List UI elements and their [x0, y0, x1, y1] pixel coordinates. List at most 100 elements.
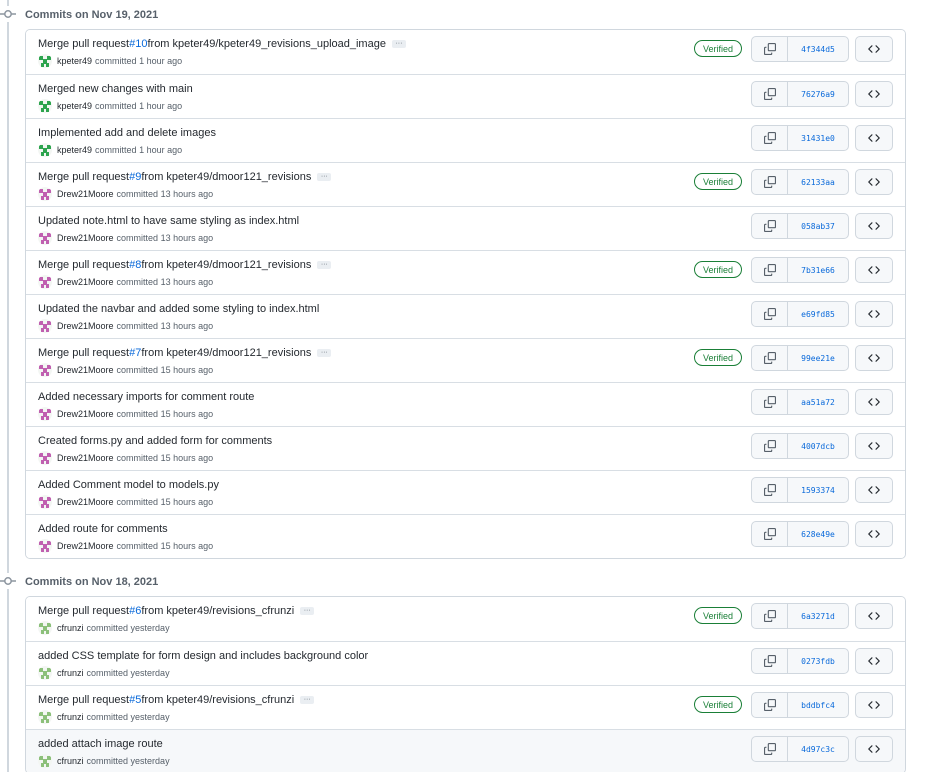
browse-repository-button[interactable]: [855, 125, 893, 151]
commit-author[interactable]: Drew21Moore: [57, 189, 114, 199]
pull-request-link[interactable]: #7: [129, 347, 141, 359]
commit-message-text[interactable]: added attach image route: [38, 738, 163, 750]
commit-message-text[interactable]: Merge pull request: [38, 605, 129, 617]
commit-message-suffix[interactable]: from kpeter49/revisions_cfrunzi: [141, 694, 294, 706]
commit-sha-link[interactable]: 76276a9: [788, 82, 848, 106]
avatar[interactable]: [38, 406, 52, 421]
commit-sha-link[interactable]: bddbfc4: [788, 693, 848, 717]
commit-message[interactable]: Added Comment model to models.py: [38, 477, 219, 493]
commit-author[interactable]: cfrunzi: [57, 756, 84, 766]
copy-sha-button[interactable]: [752, 693, 788, 717]
verified-badge[interactable]: Verified: [694, 607, 742, 624]
verified-badge[interactable]: Verified: [694, 173, 742, 190]
commit-message[interactable]: Merge pull request #6 from kpeter49/revi…: [38, 603, 315, 619]
browse-repository-button[interactable]: [855, 169, 893, 195]
avatar[interactable]: [38, 186, 52, 201]
commit-author[interactable]: cfrunzi: [57, 623, 84, 633]
commit-author[interactable]: Drew21Moore: [57, 497, 114, 507]
commit-message-text[interactable]: Merge pull request: [38, 694, 129, 706]
commit-sha-link[interactable]: 4d97c3c: [788, 737, 848, 761]
commit-message[interactable]: Implemented add and delete images: [38, 125, 216, 141]
browse-repository-button[interactable]: [855, 736, 893, 762]
commit-message-text[interactable]: Implemented add and delete images: [38, 127, 216, 139]
commit-message-text[interactable]: Merge pull request: [38, 171, 129, 183]
copy-sha-button[interactable]: [752, 346, 788, 370]
avatar[interactable]: [38, 318, 52, 333]
copy-sha-button[interactable]: [752, 478, 788, 502]
browse-repository-button[interactable]: [855, 301, 893, 327]
commit-message[interactable]: Merge pull request #8 from kpeter49/dmoo…: [38, 257, 332, 273]
commit-sha-link[interactable]: 62133aa: [788, 170, 848, 194]
commit-message-text[interactable]: Updated the navbar and added some stylin…: [38, 303, 319, 315]
browse-repository-button[interactable]: [855, 603, 893, 629]
commit-author[interactable]: Drew21Moore: [57, 409, 114, 419]
avatar[interactable]: [38, 538, 52, 553]
commit-message[interactable]: Updated note.html to have same styling a…: [38, 213, 299, 229]
copy-sha-button[interactable]: [752, 37, 788, 61]
ellipsis-icon[interactable]: ···: [300, 607, 315, 615]
commit-author[interactable]: Drew21Moore: [57, 541, 114, 551]
commit-sha-link[interactable]: 1593374: [788, 478, 848, 502]
copy-sha-button[interactable]: [752, 434, 788, 458]
pull-request-link[interactable]: #10: [129, 38, 147, 50]
commit-message[interactable]: added attach image route: [38, 736, 163, 752]
commit-sha-link[interactable]: 628e49e: [788, 522, 848, 546]
commit-author[interactable]: kpeter49: [57, 145, 92, 155]
commit-message[interactable]: Merge pull request #10 from kpeter49/kpe…: [38, 36, 406, 52]
browse-repository-button[interactable]: [855, 477, 893, 503]
browse-repository-button[interactable]: [855, 521, 893, 547]
avatar[interactable]: [38, 362, 52, 377]
copy-sha-button[interactable]: [752, 126, 788, 150]
copy-sha-button[interactable]: [752, 170, 788, 194]
commit-message-text[interactable]: Created forms.py and added form for comm…: [38, 435, 272, 447]
copy-sha-button[interactable]: [752, 214, 788, 238]
commit-message[interactable]: Added route for comments: [38, 521, 168, 537]
avatar[interactable]: [38, 709, 52, 724]
commit-message-suffix[interactable]: from kpeter49/dmoor121_revisions: [141, 171, 311, 183]
commit-sha-link[interactable]: 7b31e66: [788, 258, 848, 282]
commit-sha-link[interactable]: 99ee21e: [788, 346, 848, 370]
commit-message[interactable]: Added necessary imports for comment rout…: [38, 389, 254, 405]
browse-repository-button[interactable]: [855, 389, 893, 415]
commit-sha-link[interactable]: 058ab37: [788, 214, 848, 238]
ellipsis-icon[interactable]: ···: [391, 40, 406, 48]
commit-author[interactable]: kpeter49: [57, 101, 92, 111]
commit-author[interactable]: cfrunzi: [57, 712, 84, 722]
verified-badge[interactable]: Verified: [694, 261, 742, 278]
commit-message[interactable]: Updated the navbar and added some stylin…: [38, 301, 319, 317]
copy-sha-button[interactable]: [752, 258, 788, 282]
copy-sha-button[interactable]: [752, 390, 788, 414]
pull-request-link[interactable]: #6: [129, 605, 141, 617]
copy-sha-button[interactable]: [752, 302, 788, 326]
copy-sha-button[interactable]: [752, 82, 788, 106]
pull-request-link[interactable]: #8: [129, 259, 141, 271]
avatar[interactable]: [38, 665, 52, 680]
commit-author[interactable]: Drew21Moore: [57, 233, 114, 243]
commit-author[interactable]: Drew21Moore: [57, 365, 114, 375]
browse-repository-button[interactable]: [855, 433, 893, 459]
commit-author[interactable]: Drew21Moore: [57, 321, 114, 331]
copy-sha-button[interactable]: [752, 522, 788, 546]
ellipsis-icon[interactable]: ···: [300, 696, 315, 704]
browse-repository-button[interactable]: [855, 345, 893, 371]
avatar[interactable]: [38, 274, 52, 289]
commit-message-text[interactable]: Merge pull request: [38, 347, 129, 359]
commit-author[interactable]: Drew21Moore: [57, 453, 114, 463]
commit-message-text[interactable]: Added necessary imports for comment rout…: [38, 391, 254, 403]
avatar[interactable]: [38, 98, 52, 113]
browse-repository-button[interactable]: [855, 648, 893, 674]
avatar[interactable]: [38, 753, 52, 768]
verified-badge[interactable]: Verified: [694, 696, 742, 713]
avatar[interactable]: [38, 230, 52, 245]
commit-sha-link[interactable]: 31431e0: [788, 126, 848, 150]
commit-message-text[interactable]: Added route for comments: [38, 523, 168, 535]
commit-author[interactable]: cfrunzi: [57, 668, 84, 678]
ellipsis-icon[interactable]: ···: [317, 173, 332, 181]
commit-message-suffix[interactable]: from kpeter49/revisions_cfrunzi: [141, 605, 294, 617]
verified-badge[interactable]: Verified: [694, 40, 742, 57]
browse-repository-button[interactable]: [855, 36, 893, 62]
commit-message-suffix[interactable]: from kpeter49/dmoor121_revisions: [141, 259, 311, 271]
commit-author[interactable]: Drew21Moore: [57, 277, 114, 287]
commit-sha-link[interactable]: 4f344d5: [788, 37, 848, 61]
commit-message[interactable]: Merged new changes with main: [38, 81, 193, 97]
